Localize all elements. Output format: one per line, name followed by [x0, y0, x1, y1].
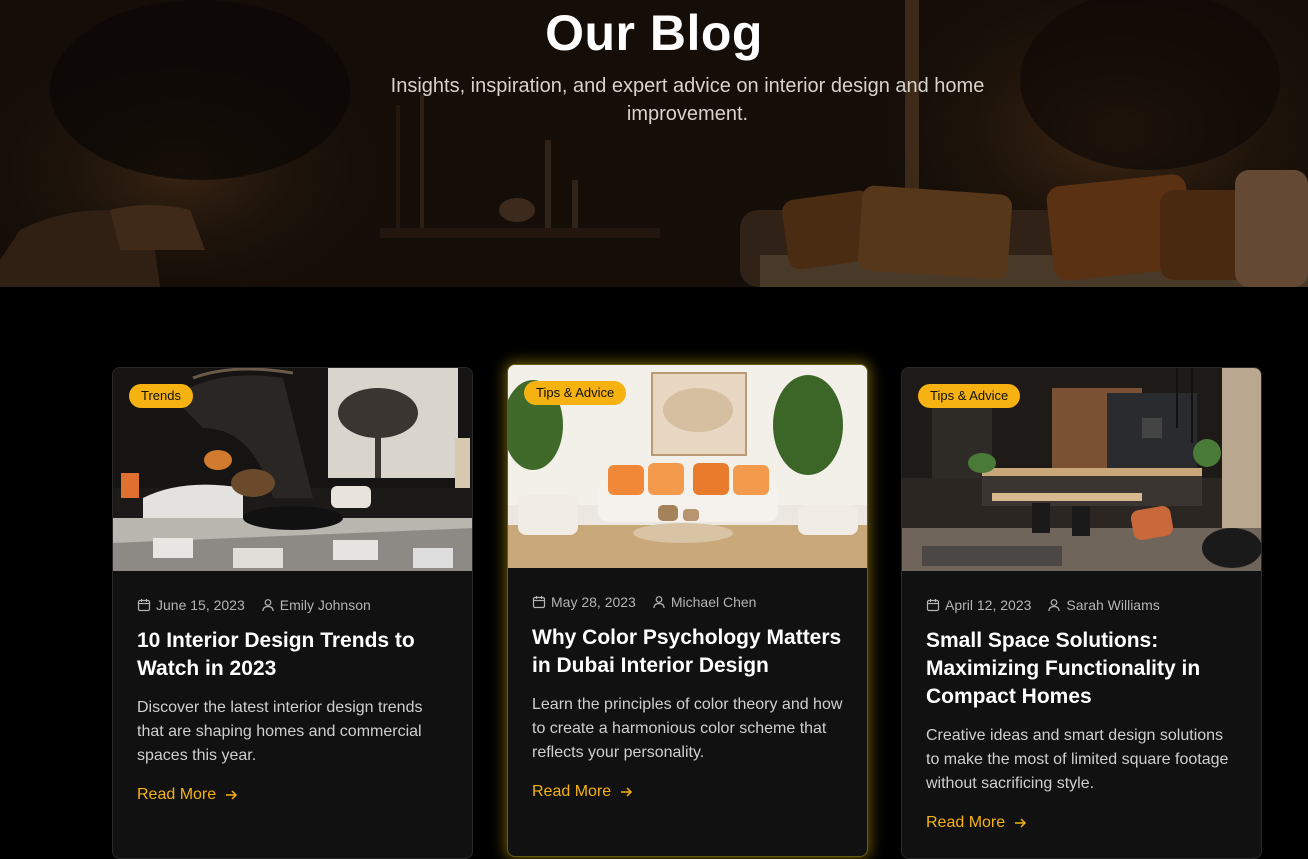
read-more-label: Read More	[926, 814, 1006, 831]
post-title[interactable]: 10 Interior Design Trends to Watch in 20…	[137, 627, 448, 683]
calendar-icon	[532, 596, 546, 609]
post-image[interactable]: Trends	[113, 368, 472, 571]
arrow-right-icon	[226, 790, 238, 800]
arrow-right-icon	[1015, 818, 1027, 828]
hero-banner: Our Blog Insights, inspiration, and expe…	[0, 0, 1308, 287]
category-badge: Trends	[129, 384, 193, 408]
post-excerpt: Discover the latest interior design tren…	[137, 699, 423, 764]
post-meta: May 28, 2023 Michael Chen	[532, 592, 843, 612]
read-more-link[interactable]: Read More	[532, 783, 633, 801]
blog-card[interactable]: Tips & Advice April 12, 2023 Sarah Willi…	[901, 367, 1262, 859]
post-title[interactable]: Why Color Psychology Matters in Dubai In…	[532, 624, 843, 680]
post-image[interactable]: Tips & Advice	[902, 368, 1261, 571]
post-author: Michael Chen	[670, 594, 757, 610]
user-icon	[1048, 599, 1061, 612]
post-title[interactable]: Small Space Solutions: Maximizing Functi…	[926, 627, 1237, 711]
calendar-icon	[926, 599, 940, 612]
category-badge: Tips & Advice	[918, 384, 1021, 408]
post-date: May 28, 2023	[551, 594, 636, 610]
arrow-right-icon	[621, 787, 633, 797]
read-more-link[interactable]: Read More	[926, 814, 1027, 832]
post-meta: June 15, 2023 Emily Johnson	[137, 595, 448, 615]
read-more-label: Read More	[532, 783, 612, 800]
page-subtitle: Insights, inspiration, and expert advice…	[390, 75, 985, 125]
read-more-link[interactable]: Read More	[137, 786, 238, 804]
post-excerpt: Creative ideas and smart design solution…	[926, 727, 1229, 792]
category-badge: Tips & Advice	[524, 381, 627, 405]
user-icon	[262, 599, 274, 612]
post-image[interactable]: Tips & Advice	[508, 365, 867, 568]
post-author: Emily Johnson	[279, 597, 371, 613]
post-author: Sarah Williams	[1066, 597, 1160, 613]
blog-card[interactable]: Trends June 15, 2023 Emily Johnson 10 In…	[112, 367, 473, 859]
post-date: April 12, 2023	[945, 597, 1032, 613]
user-icon	[653, 596, 665, 609]
blog-card-featured[interactable]: Tips & Advice May 28, 2023 Michael Chen …	[507, 364, 868, 857]
post-excerpt: Learn the principles of color theory and…	[532, 696, 843, 761]
post-date: June 15, 2023	[156, 597, 245, 613]
calendar-icon	[137, 599, 151, 612]
read-more-label: Read More	[137, 786, 217, 803]
page-title: Our Blog	[545, 5, 763, 61]
post-meta: April 12, 2023 Sarah Williams	[926, 595, 1237, 615]
